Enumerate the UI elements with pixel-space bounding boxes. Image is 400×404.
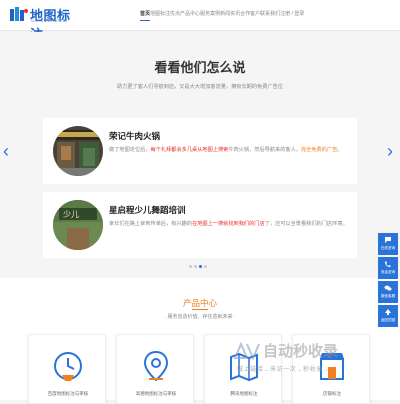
online-consult-button[interactable]: 在线咨询 — [378, 233, 398, 255]
desc-text: 了，还可以全景看我们的门店环境。 — [264, 221, 348, 227]
watermark-text: 自动秒收录 — [263, 343, 339, 360]
wechat-icon — [384, 285, 392, 291]
desc-highlight: 每个礼拜都会多几桌从地图上搜索 — [150, 147, 229, 153]
testimonial-card[interactable]: 荣记牛肉火锅 做了地图定位后，每个礼拜都会多几桌从地图上搜索牛肉火锅，然后导航来… — [43, 118, 357, 184]
clock-icon — [54, 352, 82, 381]
carousel-dots — [189, 265, 209, 268]
map-pin-icon — [143, 350, 169, 382]
desc-highlight: 在地图上一搜就找到我们的门店 — [192, 221, 265, 227]
logo-subtext: MAP ANNOTATION — [31, 19, 68, 23]
card-description: 家长们在路上拿到传单后，有兴趣的在地图上一搜就找到我们的门店了，还可以全景看我们… — [109, 220, 349, 228]
desc-text: 家长们在路上拿到传单后，有兴趣的 — [109, 221, 193, 227]
product-label: 高德地图标注与审核 — [135, 391, 177, 396]
card-title: 荣记牛肉火锅 — [109, 131, 161, 141]
chat-icon — [385, 237, 391, 243]
product-label: 百度地图标注与审核 — [47, 391, 89, 396]
restaurant-photo — [53, 126, 103, 176]
product-card[interactable]: 高德地图标注与审核 — [116, 334, 194, 404]
desc-text: 牛肉火锅，然后导航来的客人， — [228, 147, 301, 153]
sidebar-label: 返回顶部 — [380, 318, 396, 322]
nav-cases[interactable]: 服务案例 — [200, 10, 220, 21]
phone-consult-button[interactable]: 电话咨询 — [378, 257, 398, 279]
main-nav: 首页 地图标注 优点 产品中心 服务案例 新闻资讯 合作客户 联系我们 注册 /… — [140, 10, 304, 21]
nav-contact[interactable]: 联系我们 — [260, 10, 280, 21]
logo-mark-icon — [10, 7, 28, 21]
nav-advantages[interactable]: 优点 — [170, 10, 180, 21]
dance-school-photo: 少儿 — [53, 200, 103, 250]
nav-products[interactable]: 产品中心 — [180, 10, 200, 21]
watermark-subtext: 做上链接→来访一次→秒收录→ — [237, 367, 330, 373]
phone-icon — [385, 261, 391, 267]
nav-news[interactable]: 新闻资讯 — [220, 10, 240, 21]
carousel-dot[interactable] — [204, 265, 207, 268]
carousel-dot-active[interactable] — [199, 265, 202, 268]
desc-text: 做了地图定位后， — [109, 147, 151, 153]
sidebar-label: 电话咨询 — [380, 270, 396, 274]
floating-sidebar: 在线咨询 电话咨询 微信客服 返回顶部 — [378, 233, 398, 329]
card-title: 星启程少儿舞蹈培训 — [109, 205, 186, 215]
carousel-prev-arrow-icon[interactable]: ‹ — [3, 142, 9, 160]
product-label: 店铺标注 — [323, 391, 341, 396]
svg-text:少儿: 少儿 — [63, 210, 79, 219]
nav-home[interactable]: 首页 — [140, 10, 150, 21]
site-header: 地图标注 MAP ANNOTATION 首页 地图标注 优点 产品中心 服务案例… — [0, 0, 400, 42]
carousel-dot[interactable] — [189, 265, 192, 268]
site-logo[interactable]: 地图标注 MAP ANNOTATION — [10, 5, 80, 42]
products-subtitle: · 服务创造价值、存在造就未来 · — [164, 314, 236, 320]
watermark-logo-icon — [233, 342, 260, 360]
product-label: 腾讯地图标注 — [230, 391, 258, 396]
desc-highlight: 完全免费的广告。 — [300, 147, 343, 153]
nav-partners[interactable]: 合作客户 — [240, 10, 260, 21]
testimonial-card[interactable]: 少儿 星启程少儿舞蹈培训 家长们在路上拿到传单后，有兴趣的在地图上一搜就找到我们… — [43, 192, 357, 258]
testimonials-section: 看看他们怎么说 助力更了客人们寻航到店，又是大大增加客流量，拥有长期的免费广告位… — [0, 32, 400, 278]
carousel-next-arrow-icon[interactable]: › — [387, 142, 393, 160]
testimonials-title: 看看他们怎么说 — [154, 60, 246, 75]
wechat-service-button[interactable]: 微信客服 — [378, 281, 398, 303]
testimonials-subtitle: 助力更了客人们寻航到店，又是大大增加客流量，拥有长期的免费广告位 — [116, 84, 283, 90]
nav-login[interactable]: 注册 / 登录 — [280, 10, 304, 21]
top-icon — [385, 309, 391, 315]
title-underline — [192, 309, 208, 310]
products-section: 产品中心 · 服务创造价值、存在造就未来 · 百度地图标注与审核 高德地图标注与… — [0, 278, 400, 404]
product-card[interactable]: 百度地图标注与审核 — [28, 334, 106, 404]
products-title: 产品中心 — [182, 298, 217, 308]
card-description: 做了地图定位后，每个礼拜都会多几桌从地图上搜索牛肉火锅，然后导航来的客人，完全免… — [109, 146, 349, 154]
sidebar-label: 微信客服 — [380, 294, 396, 298]
nav-map-annotation[interactable]: 地图标注 — [150, 10, 170, 21]
sidebar-label: 在线咨询 — [380, 246, 396, 250]
back-to-top-button[interactable]: 返回顶部 — [378, 305, 398, 327]
carousel-dot[interactable] — [194, 265, 197, 268]
